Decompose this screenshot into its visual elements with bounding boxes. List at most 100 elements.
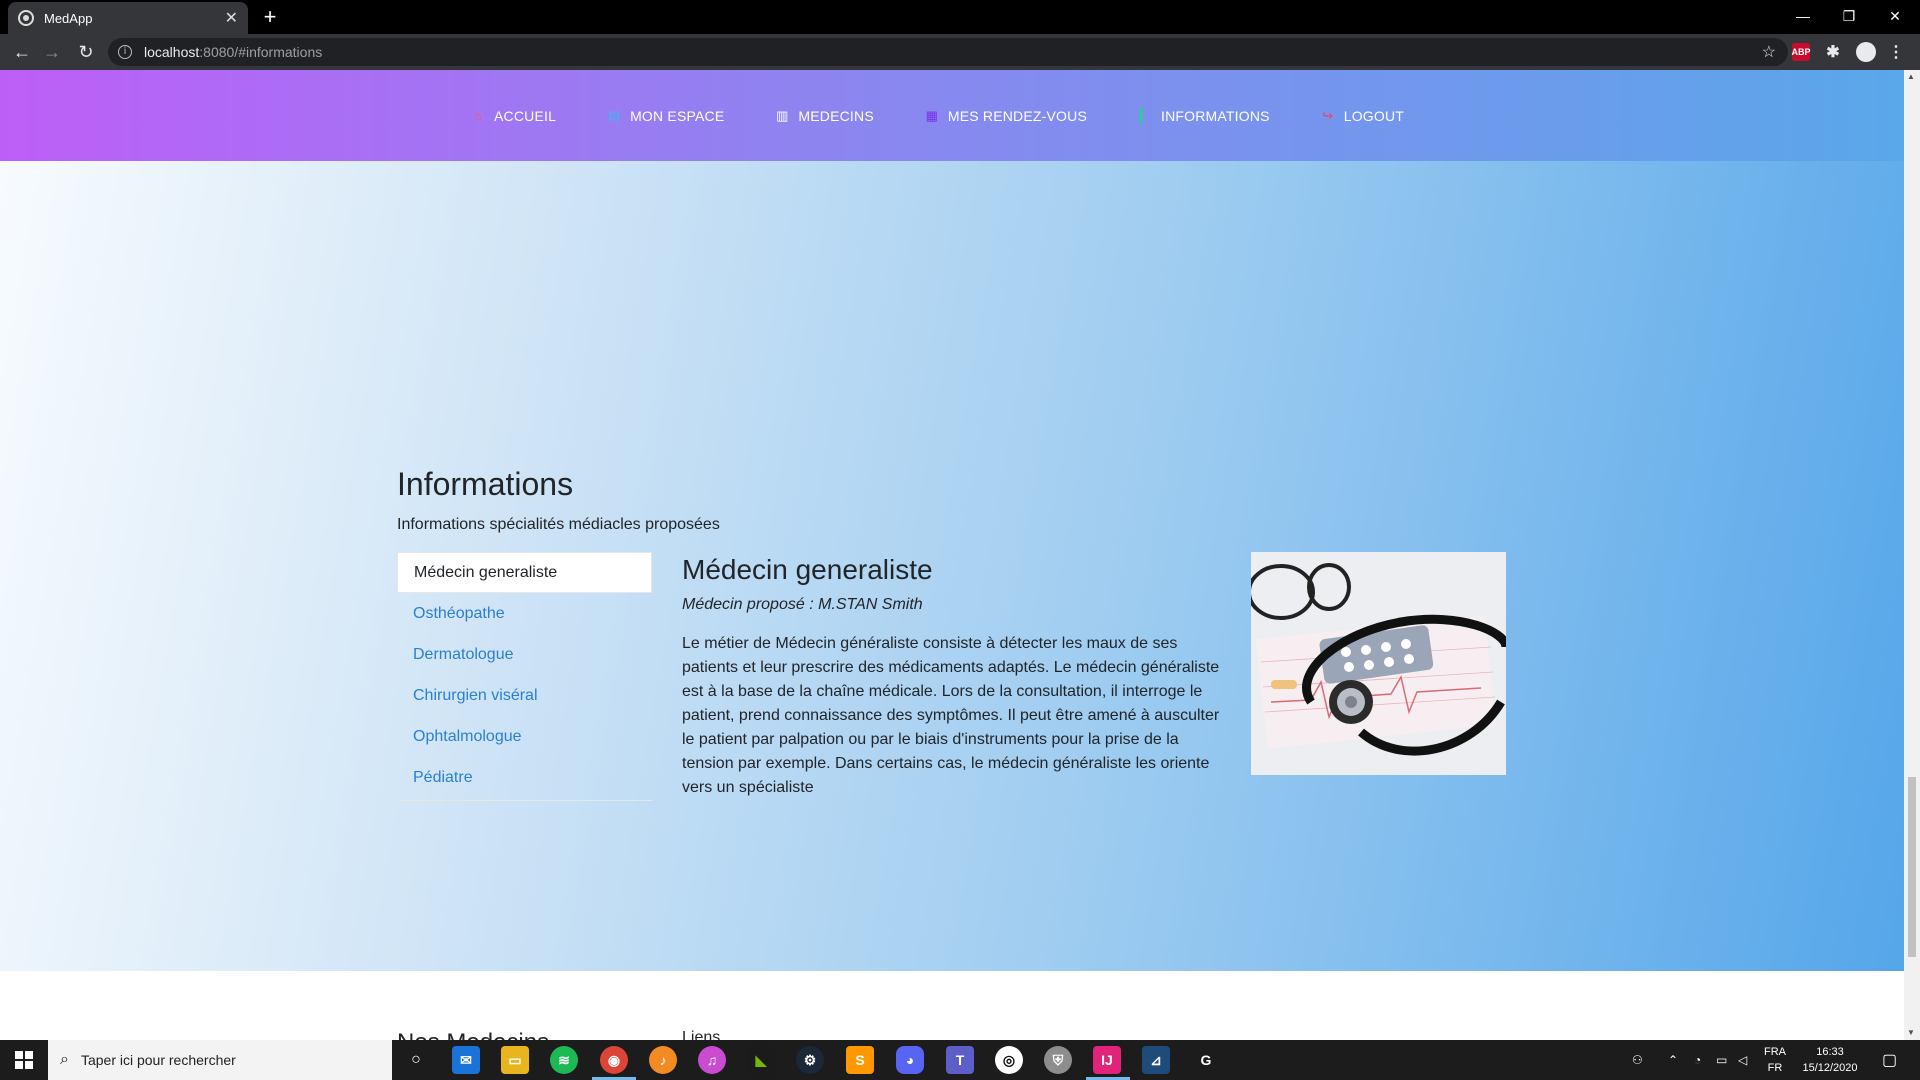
user-icon: ▤: [607, 107, 621, 123]
logitech-icon[interactable]: G: [1192, 1046, 1220, 1074]
specialty-list-item[interactable]: Pédiatre: [397, 757, 652, 798]
adblock-extension-icon[interactable]: ABP: [1792, 43, 1811, 61]
minimize-button[interactable]: —: [1780, 0, 1826, 32]
page-subtitle: Informations spécialités médiacles propo…: [397, 516, 720, 533]
nav-item-mes-rendez-vous[interactable]: ▦ MES RENDEZ-VOUS: [924, 108, 1087, 124]
address-bar[interactable]: i localhost:8080/#informations ☆: [108, 38, 1788, 66]
nav-item-label: MES RENDEZ-VOUS: [947, 107, 1087, 124]
search-placeholder: Taper ici pour rechercher: [80, 1052, 236, 1068]
clock-date: 15/12/2020: [1802, 1062, 1858, 1074]
nav-item-logout[interactable]: ↪ LOGOUT: [1320, 108, 1404, 124]
battery-icon[interactable]: ▭: [1716, 1040, 1727, 1080]
specialty-list-item[interactable]: Médecin generaliste: [397, 552, 652, 593]
info-icon: ▎: [1139, 107, 1151, 123]
forward-button[interactable]: →: [40, 40, 64, 64]
itunes-icon[interactable]: ♫: [698, 1046, 726, 1074]
nav-item-mon-espace[interactable]: ▤ MON ESPACE: [606, 108, 724, 124]
intellij-icon[interactable]: IJ: [1093, 1046, 1121, 1074]
browser-toolbar: ← → ↻ i localhost:8080/#informations ☆ A…: [0, 34, 1920, 70]
home-icon: ⌂: [473, 108, 482, 123]
specialty-detail: Médecin generaliste Médecin proposé : M.…: [682, 552, 1222, 800]
footer-section: Nos Medecins Liens: [0, 971, 1904, 1040]
spotify-icon[interactable]: ≋: [550, 1046, 578, 1074]
obs-icon[interactable]: ◎: [995, 1046, 1023, 1074]
teams-icon[interactable]: T: [946, 1046, 974, 1074]
specialty-list: Médecin generaliste Osthéopathe Dermatolog…: [397, 552, 652, 801]
site-info-icon[interactable]: i: [118, 45, 132, 59]
language-indicator[interactable]: FRA FR: [1760, 1044, 1790, 1076]
discord-icon[interactable]: ◕: [896, 1046, 924, 1074]
shield-app-icon[interactable]: ⛨: [1044, 1046, 1072, 1074]
calendar-icon: ▦: [925, 107, 939, 123]
windows-start-button[interactable]: [0, 1040, 48, 1080]
site-navbar: ⌂ ACCUEIL ▤ MON ESPACE ▥ MEDECINS ▦ MES RENDEZ-…: [0, 70, 1904, 161]
page-scrollbar[interactable]: ▲ ▼: [1904, 70, 1920, 1040]
specialty-list-item[interactable]: Chirurgien viséral: [397, 675, 652, 716]
profile-avatar-icon[interactable]: [1856, 42, 1876, 62]
nav-item-informations[interactable]: ▎ INFORMATIONS: [1137, 108, 1270, 124]
footer-links-heading: Liens: [682, 1029, 721, 1040]
clock-time: 16:33: [1816, 1046, 1844, 1058]
steam-icon[interactable]: ⚙: [796, 1046, 824, 1074]
nvidia-icon[interactable]: ◣: [747, 1046, 775, 1074]
mysql-workbench-icon[interactable]: ⊿: [1142, 1046, 1170, 1074]
nav-menu: ⌂ ACCUEIL ▤ MON ESPACE ▥ MEDECINS ▦ MES RENDEZ-…: [470, 108, 1404, 124]
sublime-text-icon[interactable]: S: [846, 1046, 874, 1074]
tray-expand-icon[interactable]: ⌃: [1668, 1040, 1678, 1080]
notifications-icon[interactable]: ▢: [1882, 1040, 1897, 1080]
nav-item-label: ACCUEIL: [493, 107, 557, 124]
scrollbar-thumb[interactable]: [1908, 777, 1916, 957]
nav-item-label: MEDECINS: [798, 107, 874, 124]
new-tab-button[interactable]: +: [258, 4, 282, 30]
url-host: localhost: [144, 44, 200, 60]
hospital-icon: ▥: [776, 107, 789, 123]
taskbar-clock[interactable]: 16:33 15/12/2020: [1790, 1044, 1870, 1076]
close-window-button[interactable]: ✕: [1872, 0, 1918, 32]
nav-item-label: LOGOUT: [1343, 107, 1405, 124]
back-button[interactable]: ←: [10, 40, 34, 64]
search-icon: ⌕: [60, 1051, 69, 1068]
page-viewport: ⌂ ACCUEIL ▤ MON ESPACE ▥ MEDECINS ▦ MES RENDEZ-…: [0, 70, 1920, 1040]
scroll-up-icon[interactable]: ▲: [1907, 72, 1915, 81]
nav-item-accueil[interactable]: ⌂ ACCUEIL: [470, 108, 556, 124]
detail-doctor: Médecin proposé : M.STAN Smith: [682, 596, 923, 613]
close-tab-icon[interactable]: ✕: [225, 8, 238, 28]
url-path: :8080/#informations: [199, 44, 323, 60]
specialty-list-item[interactable]: Dermatologue: [397, 634, 652, 675]
tab-title: MedApp: [44, 10, 93, 26]
stethoscope-photo: [1251, 552, 1506, 775]
file-explorer-icon[interactable]: ▭: [501, 1046, 529, 1074]
browser-menu-icon[interactable]: ⋮: [1888, 43, 1904, 61]
windows-logo-icon: [15, 1051, 33, 1069]
people-icon[interactable]: ⚇: [1632, 1040, 1643, 1080]
language-code: FRA: [1764, 1046, 1786, 1058]
chrome-icon[interactable]: ◉: [600, 1046, 628, 1074]
restore-button[interactable]: ❐: [1826, 0, 1872, 32]
browser-tabbar: MedApp ✕ + — ❐ ✕: [0, 0, 1920, 34]
nav-item-medecins[interactable]: ▥ MEDECINS: [774, 108, 874, 124]
browser-tab[interactable]: MedApp ✕: [8, 2, 248, 34]
keyboard-layout: FR: [1767, 1062, 1783, 1074]
logout-icon: ↪: [1322, 107, 1334, 123]
detail-description: Le métier de Médecin généraliste consist…: [682, 635, 1220, 796]
mail-icon[interactable]: ✉: [452, 1046, 480, 1074]
bookmark-star-icon[interactable]: ☆: [1762, 42, 1776, 62]
taskbar-search-input[interactable]: ⌕ Taper ici pour rechercher: [48, 1040, 392, 1080]
stethoscope-illustration: [1251, 552, 1506, 775]
task-view-icon[interactable]: ○: [402, 1046, 430, 1074]
detail-title: Médecin generaliste: [682, 554, 933, 585]
nav-item-label: INFORMATIONS: [1161, 107, 1270, 124]
scroll-down-icon[interactable]: ▼: [1907, 1028, 1915, 1037]
extensions-icon[interactable]: ✱: [1824, 43, 1842, 61]
fl-studio-icon[interactable]: ♪: [649, 1046, 677, 1074]
page-title: Informations: [397, 466, 574, 502]
reload-button[interactable]: ↻: [74, 40, 98, 64]
list-divider: [397, 800, 652, 801]
informations-section: Informations Informations spécialités mé…: [0, 161, 1904, 971]
specialty-list-item[interactable]: Osthéopathe: [397, 593, 652, 634]
network-icon[interactable]: ◔: [1694, 1040, 1701, 1080]
footer-doctors-heading: Nos Medecins: [397, 1029, 549, 1040]
volume-icon[interactable]: ◁: [1738, 1040, 1747, 1080]
globe-icon: [18, 10, 34, 26]
specialty-list-item[interactable]: Ophtalmologue: [397, 716, 652, 757]
